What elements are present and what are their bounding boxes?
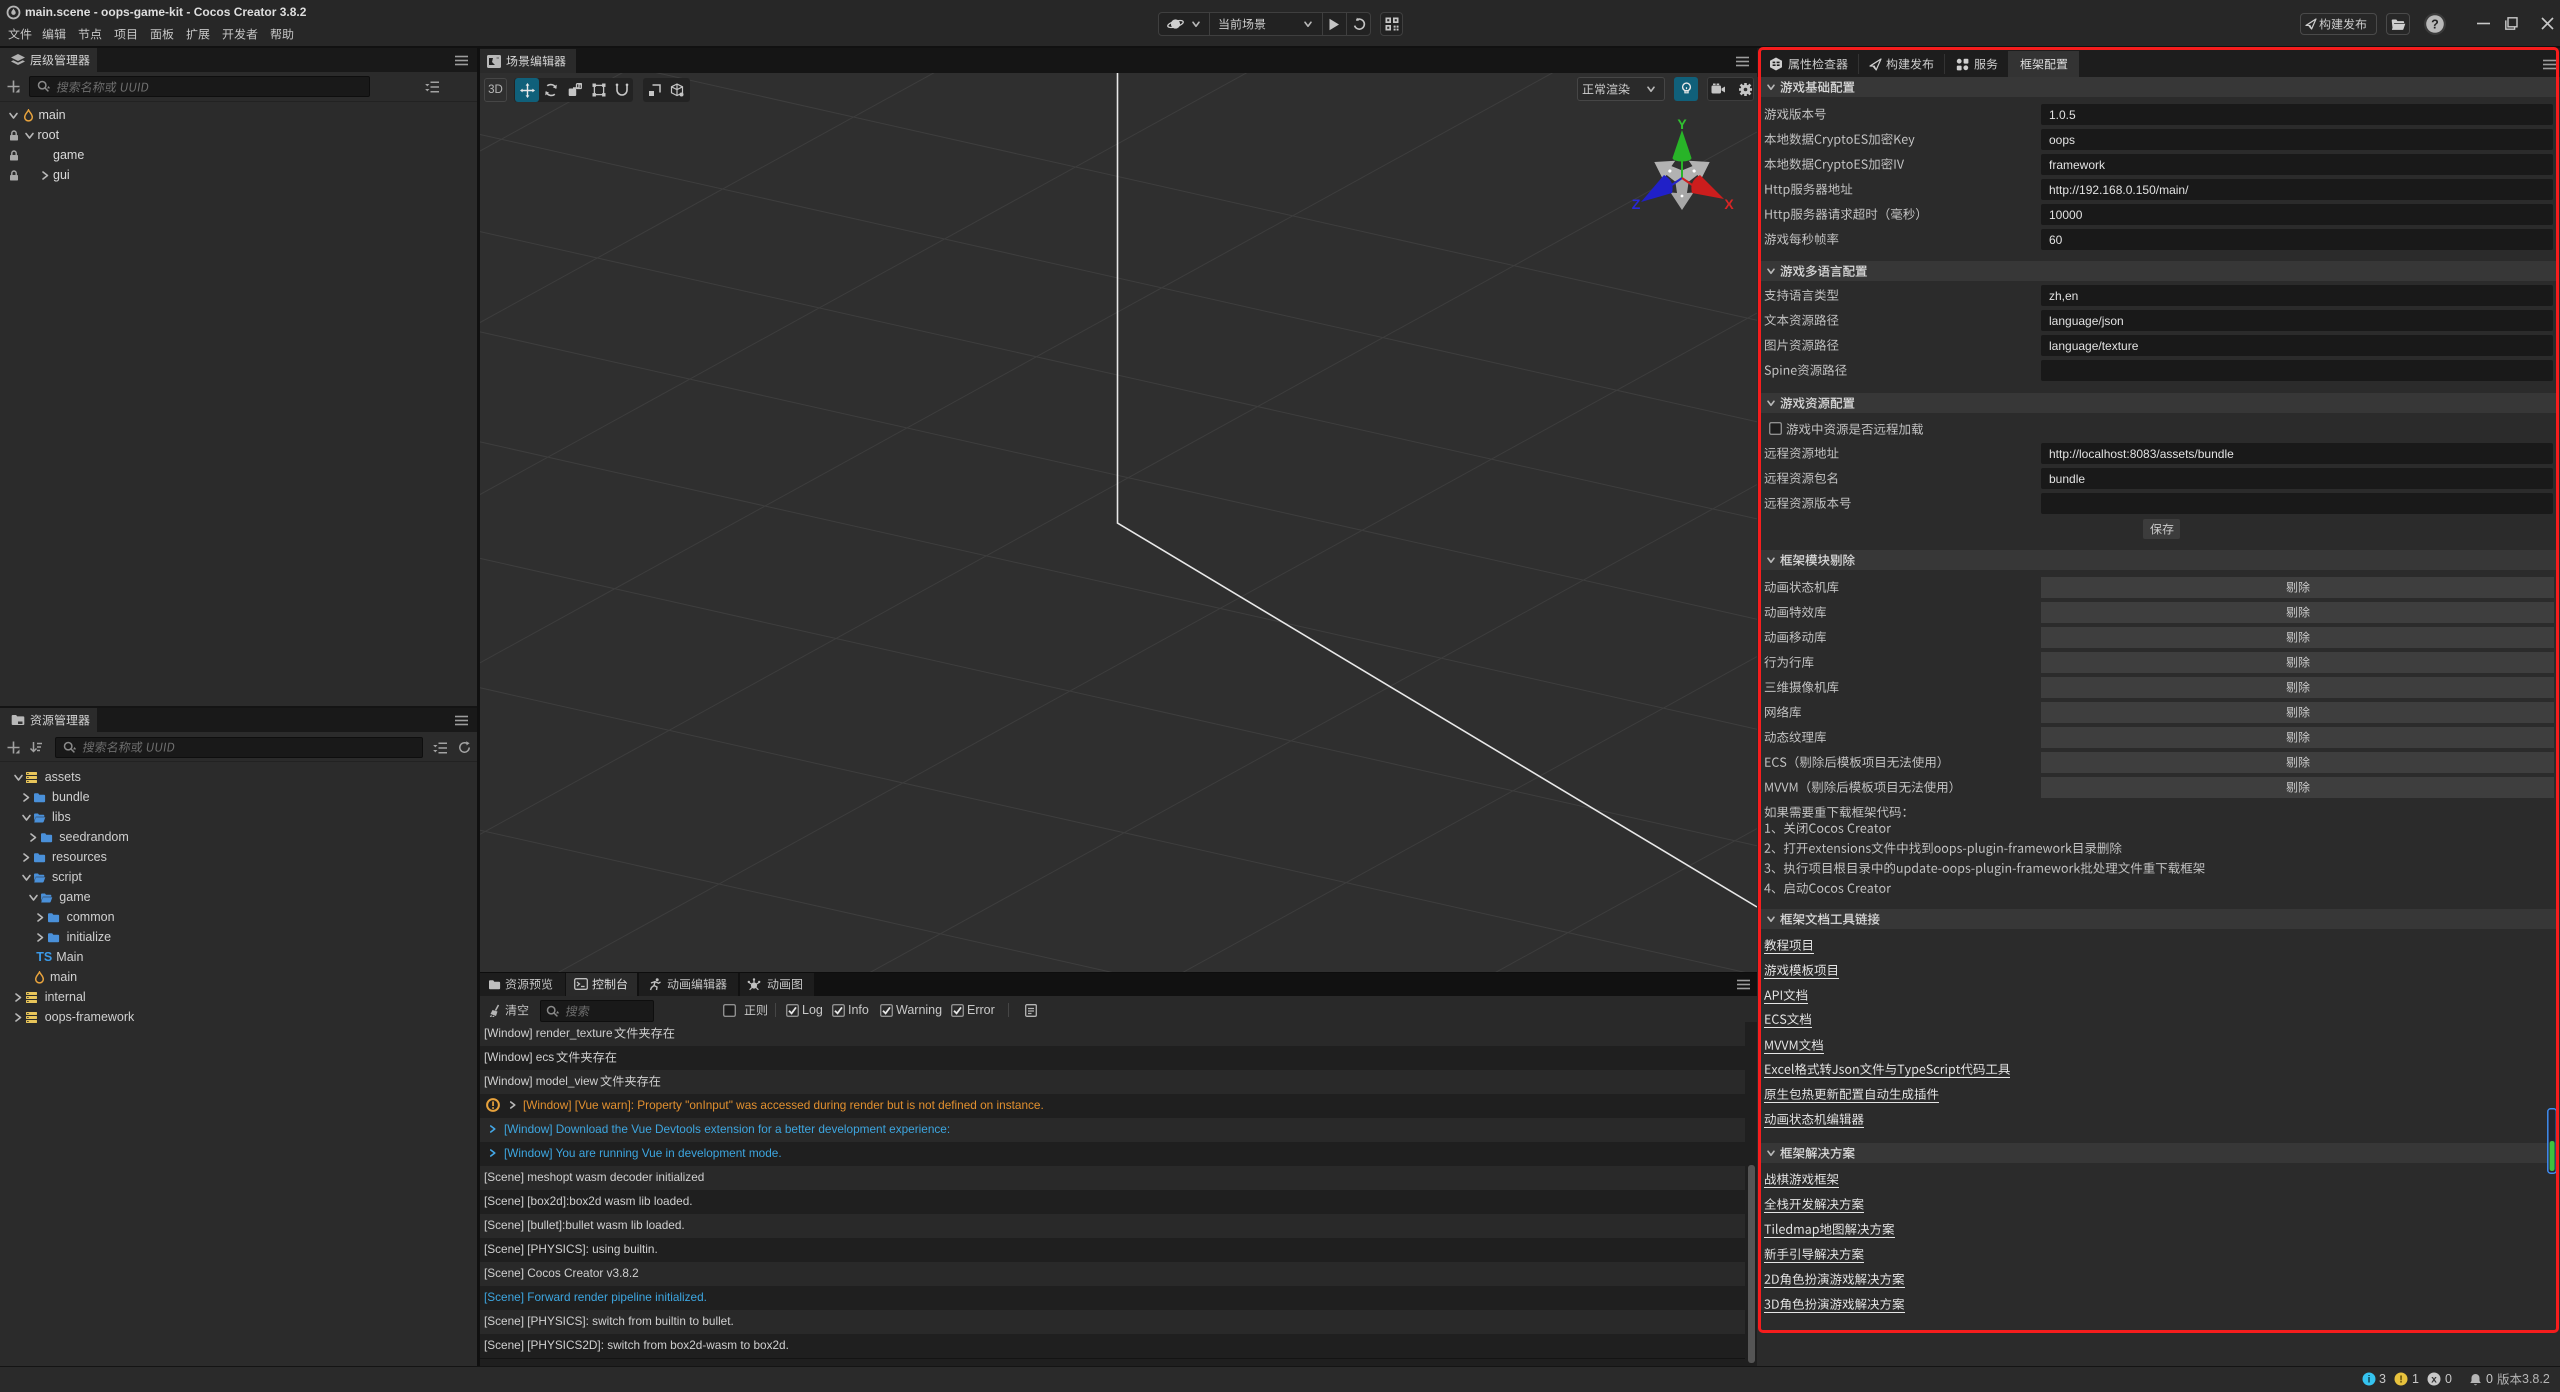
svg-text:Z: Z (1632, 196, 1641, 212)
svg-text:!: ! (2399, 1375, 2402, 1386)
svg-text:i: i (2368, 1375, 2371, 1386)
svg-text:X: X (1724, 196, 1734, 212)
svg-text:x: x (2431, 1375, 2437, 1386)
svg-text:Y: Y (1677, 116, 1687, 132)
svg-text:?: ? (2431, 18, 2439, 32)
